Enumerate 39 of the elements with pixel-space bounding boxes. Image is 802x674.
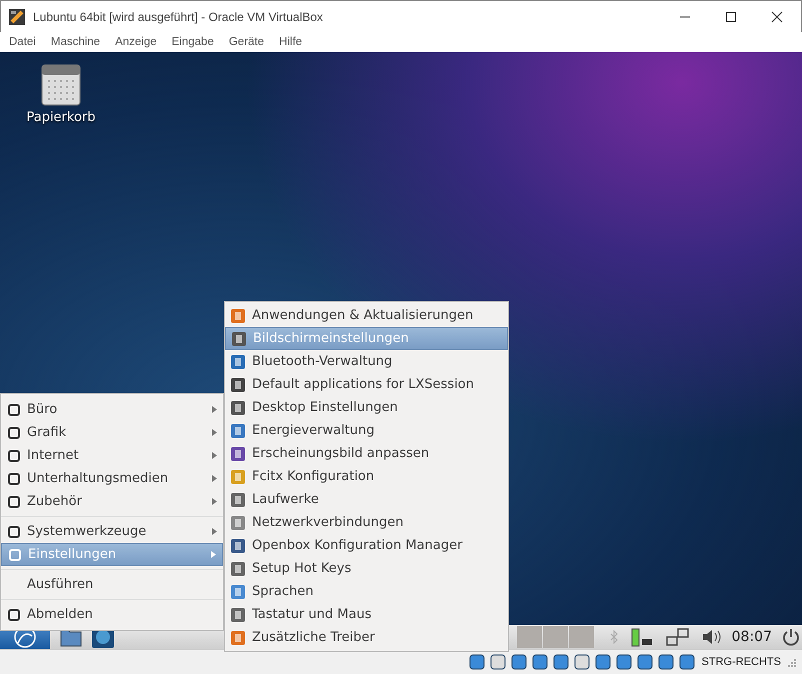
menu-entry[interactable]: Unterhaltungsmedien	[1, 467, 223, 490]
clock[interactable]: 08:07	[732, 629, 772, 645]
menu-entry[interactable]: Netzwerkverbindungen	[225, 511, 508, 534]
menu-item[interactable]: Geräte	[228, 36, 264, 48]
menu-entry[interactable]: Default applications for LXSession	[225, 373, 508, 396]
menu-entry[interactable]: Bluetooth-Verwaltung	[225, 350, 508, 373]
close-icon[interactable]	[771, 10, 783, 22]
menu-entry[interactable]: Setup Hot Keys	[225, 557, 508, 580]
menu-entry[interactable]: Anwendungen & Aktualisierungen	[225, 304, 508, 327]
maximize-icon[interactable]	[725, 10, 737, 22]
app-logo-icon	[9, 8, 25, 24]
menu-entry[interactable]: Erscheinungsbild anpassen	[225, 442, 508, 465]
menu-entry[interactable]: Desktop Einstellungen	[225, 396, 508, 419]
menu-entry[interactable]: Tastatur und Maus	[225, 603, 508, 626]
menu-entry[interactable]: Energieverwaltung	[225, 419, 508, 442]
menu-item[interactable]: Eingabe	[172, 36, 214, 48]
menu-entry[interactable]: Zubehör	[1, 490, 223, 513]
menu-entry[interactable]: Ausführen	[1, 573, 223, 596]
desktop-icon-label[interactable]: Papierkorb	[26, 110, 96, 125]
menu-entry[interactable]: Büro	[1, 398, 223, 421]
menu-entry[interactable]: Sprachen	[225, 580, 508, 603]
menu-entry[interactable]: Systemwerkzeuge	[1, 520, 223, 543]
window-title: Lubuntu 64bit [wird ausgeführt] - Oracle VM VirtualBox	[33, 10, 323, 24]
menu-entry[interactable]: Zusätzliche Treiber	[225, 626, 508, 649]
host-key-label: STRG-RECHTS	[702, 656, 781, 668]
power-icon[interactable]	[782, 628, 800, 646]
resize-grip-icon	[786, 657, 796, 667]
trash-bin-icon[interactable]	[41, 64, 81, 106]
menu-entry[interactable]: Laufwerke	[225, 488, 508, 511]
menu-item[interactable]: Maschine	[50, 36, 100, 48]
volume-icon[interactable]	[702, 629, 722, 645]
menu-item[interactable]: Hilfe	[279, 36, 302, 48]
menu-entry[interactable]: Fcitx Konfiguration	[225, 465, 508, 488]
menu-item[interactable]: Datei	[9, 36, 36, 48]
menu-entry[interactable]: Abmelden	[1, 603, 223, 626]
menu-entry[interactable]: Grafik	[1, 421, 223, 444]
menu-entry[interactable]: Openbox Konfiguration Manager	[225, 534, 508, 557]
menu-entry[interactable]: Internet	[1, 444, 223, 467]
menu-item[interactable]: Anzeige	[115, 36, 157, 48]
